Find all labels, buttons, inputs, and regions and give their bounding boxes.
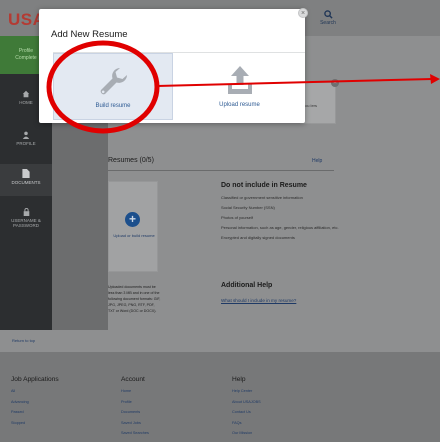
annotation-arrow-head (430, 74, 440, 84)
list-item: Personal information, such as age, gende… (221, 225, 339, 230)
build-resume-button[interactable]: Build resume (53, 53, 173, 120)
upload-icon (227, 66, 252, 94)
search-label: Search (320, 20, 336, 26)
upload-format-note: Uploaded documents must be less than 3 M… (108, 285, 161, 313)
do-not-include-heading: Do not include in Resume (221, 182, 307, 189)
modal-title: Add New Resume (51, 29, 128, 40)
footer-link[interactable]: Saved Jobs (121, 421, 149, 426)
footer-link[interactable]: Profile (121, 400, 149, 405)
footer-link[interactable]: Help Center (232, 389, 261, 394)
list-item: Social Security Number (SSN) (221, 205, 275, 210)
upload-or-build-label: Upload or build resume (113, 233, 155, 238)
profile-complete-line1: Profile (18, 48, 34, 54)
return-to-top-link[interactable]: Return to top (12, 338, 35, 343)
existing-document-card[interactable]: × ocu lers (300, 79, 339, 124)
list-item: Classified or government sensitive infor… (221, 195, 303, 200)
list-item: Photos of yourself (221, 215, 254, 220)
nav-username-password[interactable]: USERNAME & PASSWORD (0, 208, 52, 228)
profile-icon (22, 131, 30, 139)
footer-link[interactable]: Advancing (11, 400, 59, 405)
plus-icon: + (125, 212, 140, 227)
footer-heading: Help (232, 376, 246, 383)
footer-account: Account Home Profile Documents Saved Job… (121, 376, 149, 442)
close-icon[interactable]: × (298, 8, 308, 18)
wrench-icon (100, 68, 127, 95)
footer-link[interactable]: Stopped (11, 421, 59, 426)
section-divider (108, 170, 334, 171)
lock-icon (23, 208, 29, 216)
upload-resume-label: Upload resume (219, 102, 260, 108)
footer-link[interactable]: Passed (11, 410, 59, 415)
additional-help-heading: Additional Help (221, 282, 273, 289)
upload-or-build-card[interactable]: + Upload or build resume (108, 181, 158, 272)
footer-link[interactable]: Our Mission (232, 431, 261, 436)
footer-help: Help Help Center About USAJOBS Contact U… (232, 376, 261, 442)
search-button[interactable]: Search (316, 10, 340, 26)
footer-link[interactable]: FAQs (232, 421, 261, 426)
add-new-resume-modal: Add New Resume × Build resume Upload res… (39, 8, 308, 123)
footer-link[interactable]: Home (121, 389, 149, 394)
footer-link[interactable]: About USAJOBS (232, 400, 261, 405)
do-not-include-list: Classified or government sensitive infor… (221, 195, 341, 245)
nav-profile-label: PROFILE (16, 141, 36, 146)
resume-guidance-link[interactable]: What should I include in my resume? (221, 298, 296, 303)
upload-resume-button[interactable]: Upload resume (174, 53, 305, 120)
resumes-help-link[interactable]: Help (312, 158, 322, 164)
nav-passwords-line2: PASSWORD (13, 223, 39, 228)
nav-documents[interactable]: DOCUMENTS (0, 164, 52, 196)
close-icon[interactable]: × (331, 79, 339, 87)
footer-link[interactable]: Saved Searches (121, 431, 149, 436)
nav-home-label: HOME (19, 100, 33, 105)
footer-link[interactable]: Contact Us (232, 410, 261, 415)
footer-link[interactable]: All (11, 389, 59, 394)
footer-job-applications: Job Applications All Advancing Passed St… (11, 376, 59, 431)
profile-complete-line2: Complete (15, 55, 37, 61)
build-resume-label: Build resume (95, 103, 131, 109)
home-icon (22, 90, 30, 98)
resumes-heading: Resumes (0/5) (108, 157, 154, 164)
documents-icon (22, 169, 30, 178)
footer-heading: Job Applications (11, 376, 59, 383)
footer-heading: Account (121, 376, 145, 383)
document-card-text: ocu lers (303, 103, 318, 108)
list-item: Encrypted and digitally signed documents (221, 235, 295, 240)
nav-profile[interactable]: PROFILE (0, 131, 52, 146)
footer-link[interactable]: Documents (121, 410, 149, 415)
search-icon (323, 10, 333, 19)
page-footer: Job Applications All Advancing Passed St… (0, 352, 440, 442)
resume-options: Build resume Upload resume (53, 52, 305, 120)
nav-documents-label: DOCUMENTS (11, 180, 41, 185)
